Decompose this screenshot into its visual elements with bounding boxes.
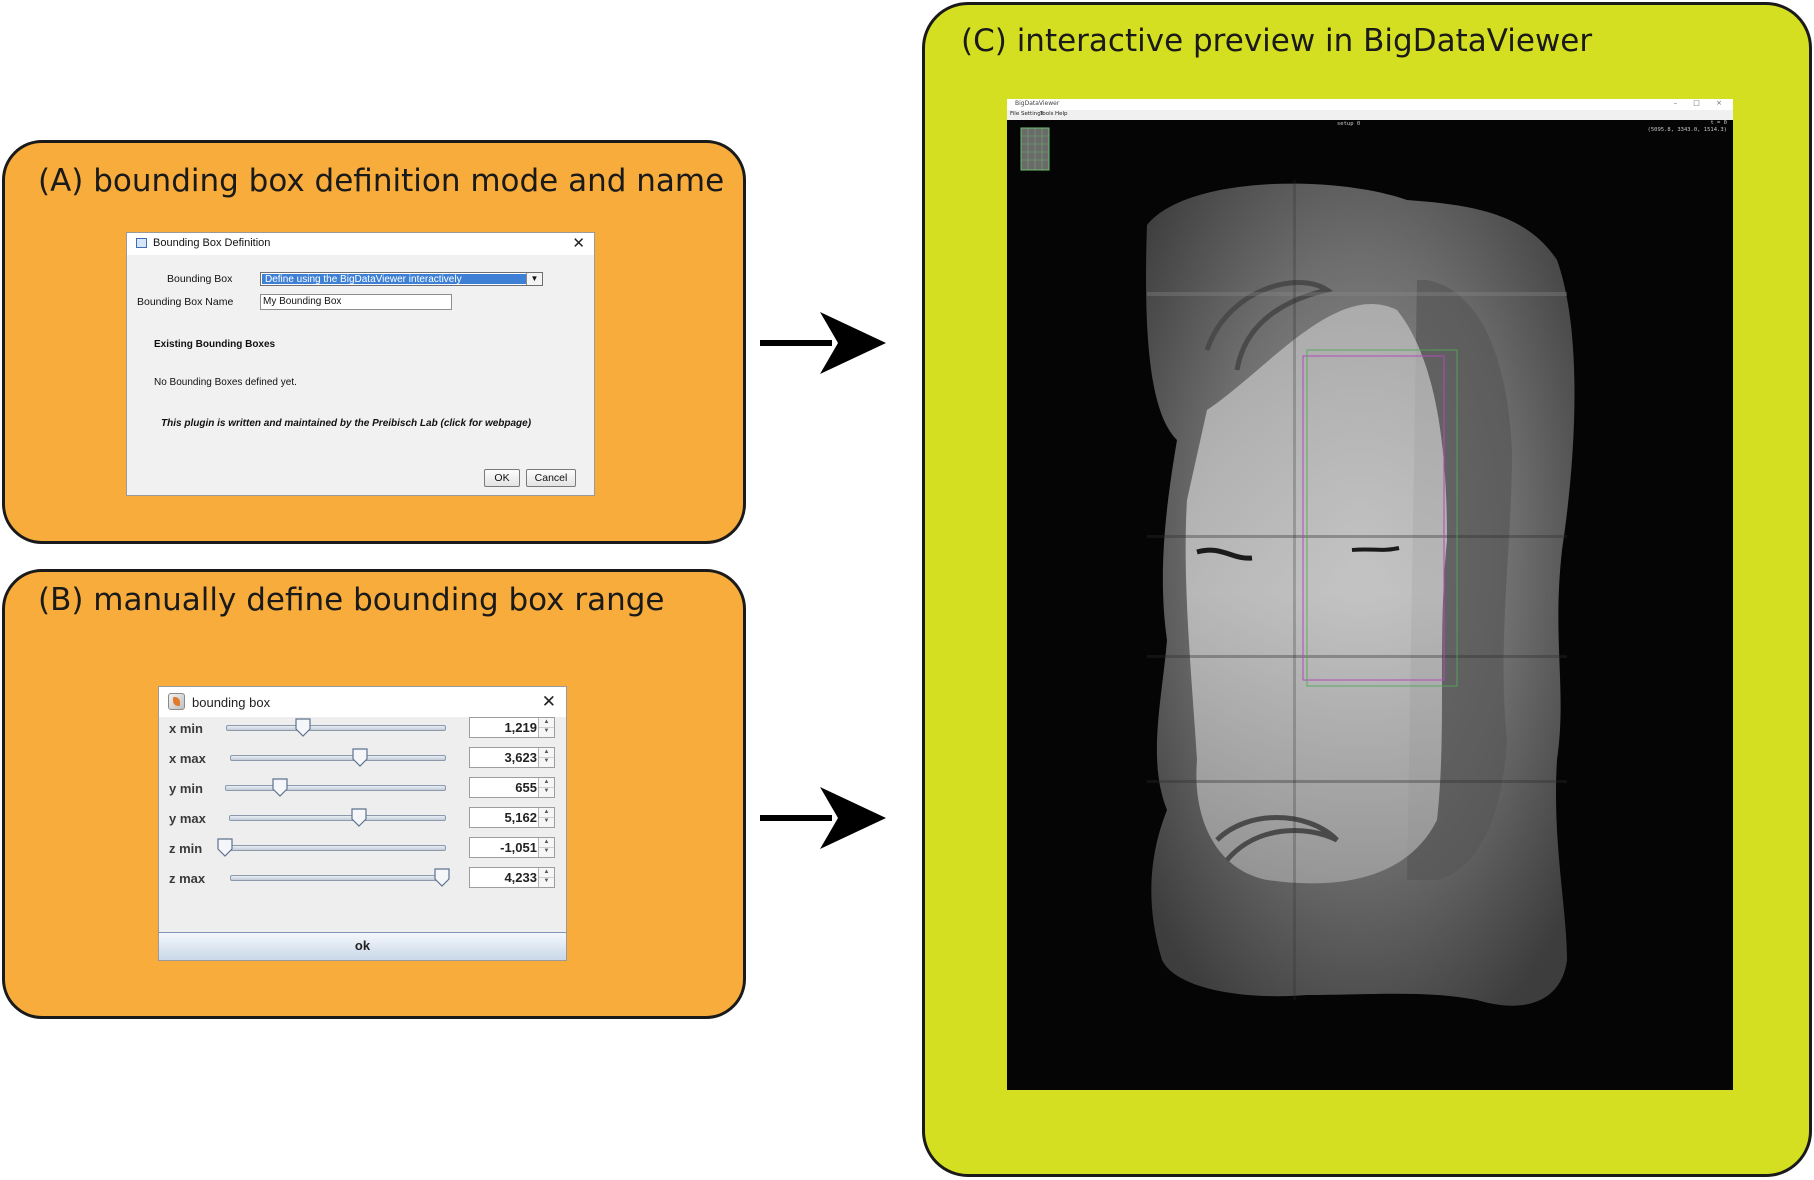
arrow-right-icon	[760, 312, 886, 374]
slider-label: y min	[169, 781, 203, 796]
slider-row-x-min: x min 1,219 ▲ ▼	[159, 714, 566, 744]
spinner-value: 655	[515, 780, 537, 795]
panel-c-title: (C) interactive preview in BigDataViewer	[961, 23, 1593, 59]
spinner-value: 3,623	[504, 750, 537, 765]
slider-thumb[interactable]	[434, 868, 450, 887]
number-spinner[interactable]: 655 ▲ ▼	[469, 777, 555, 798]
menu-tools[interactable]: Tools	[1040, 111, 1054, 117]
spinner-down-icon[interactable]: ▼	[539, 757, 554, 766]
slider-track[interactable]	[230, 875, 442, 881]
window-controls-icon[interactable]: – □ ×	[1674, 99, 1729, 107]
panel-a-title: (A) bounding box definition mode and nam…	[38, 163, 725, 199]
number-spinner[interactable]: 1,219 ▲ ▼	[469, 717, 555, 738]
menu-file[interactable]: File	[1010, 111, 1019, 117]
arrow-right-icon	[760, 787, 886, 849]
slider-thumb[interactable]	[295, 718, 311, 737]
spinner-down-icon[interactable]: ▼	[539, 847, 554, 856]
bounding-box-label: Bounding Box	[167, 273, 233, 285]
bdv-viewer-canvas[interactable]: setup 0 t = 0 (5095.8, 3343.0, 1514.3)	[1007, 120, 1733, 1090]
combo-selection: Define using the BigDataViewer interacti…	[262, 274, 526, 285]
spinner-arrows[interactable]: ▲ ▼	[538, 808, 554, 827]
bounding-box-mode-select[interactable]: Define using the BigDataViewer interacti…	[260, 272, 543, 286]
dialog-titlebar: Bounding Box Definition ✕	[127, 233, 594, 255]
spinner-arrows[interactable]: ▲ ▼	[538, 748, 554, 767]
panel-b-title: (B) manually define bounding box range	[38, 582, 665, 618]
close-icon[interactable]: ✕	[572, 236, 585, 251]
slider-track[interactable]	[229, 815, 446, 821]
slider-row-z-max: z max 4,233 ▲ ▼	[159, 864, 566, 894]
source-name: setup 0	[1337, 121, 1361, 127]
slider-label: y max	[169, 811, 206, 826]
bounding-box-mode-value: Define using the BigDataViewer interacti…	[265, 274, 462, 285]
slider-track[interactable]	[225, 785, 446, 791]
number-spinner[interactable]: 5,162 ▲ ▼	[469, 807, 555, 828]
java-app-icon	[168, 693, 185, 710]
spinner-value: 5,162	[504, 810, 537, 825]
slider-thumb[interactable]	[351, 748, 368, 767]
spinner-arrows[interactable]: ▲ ▼	[538, 778, 554, 797]
chevron-down-icon[interactable]: ▼	[526, 273, 542, 285]
ok-button[interactable]: OK	[484, 469, 520, 487]
spinner-arrows[interactable]: ▲ ▼	[538, 868, 554, 887]
dialog-title: bounding box	[192, 695, 271, 710]
spinner-down-icon[interactable]: ▼	[539, 817, 554, 826]
slider-thumb[interactable]	[272, 778, 288, 797]
plugin-webpage-link[interactable]: This plugin is written and maintained by…	[161, 418, 531, 429]
spinner-arrows[interactable]: ▲ ▼	[538, 718, 554, 737]
spinner-value: 1,219	[504, 720, 537, 735]
panel-a: (A) bounding box definition mode and nam…	[2, 140, 746, 544]
spinner-arrows[interactable]: ▲ ▼	[538, 838, 554, 857]
timepoint-label: t = 0	[1710, 120, 1727, 126]
cancel-button[interactable]: Cancel	[526, 469, 576, 487]
slider-label: z min	[169, 841, 203, 856]
number-spinner[interactable]: 4,233 ▲ ▼	[469, 867, 555, 888]
dialog-titlebar: bounding box ✕	[159, 687, 566, 717]
number-spinner[interactable]: 3,623 ▲ ▼	[469, 747, 555, 768]
slider-row-z-min: z min -1,051 ▲ ▼	[159, 834, 566, 864]
panel-b: (B) manually define bounding box range b…	[2, 569, 746, 1019]
bounding-box-name-value: My Bounding Box	[263, 296, 342, 307]
ok-button[interactable]: ok	[159, 932, 566, 960]
spinner-value: -1,051	[500, 840, 537, 855]
no-bounding-boxes-text: No Bounding Boxes defined yet.	[154, 377, 297, 388]
spinner-down-icon[interactable]: ▼	[539, 877, 554, 886]
slider-track[interactable]	[226, 725, 446, 731]
bounding-box-name-label: Bounding Box Name	[137, 296, 234, 308]
panel-c: (C) interactive preview in BigDataViewer…	[922, 2, 1812, 1177]
slider-thumb[interactable]	[217, 838, 233, 857]
number-spinner[interactable]: -1,051 ▲ ▼	[469, 837, 555, 858]
bdv-titlebar: BigDataViewer – □ ×	[1007, 99, 1733, 110]
bounding-box-range-dialog: bounding box ✕ x min 1,219 ▲ ▼ x max 3,62…	[158, 686, 567, 961]
bigdataviewer-window: BigDataViewer – □ × File Settings Tools …	[1007, 99, 1733, 1090]
dialog-title: Bounding Box Definition	[153, 237, 271, 249]
spinner-down-icon[interactable]: ▼	[539, 787, 554, 796]
slider-row-x-max: x max 3,623 ▲ ▼	[159, 744, 566, 774]
bdv-menubar: File Settings Tools Help	[1007, 110, 1733, 120]
window-app-icon	[136, 238, 147, 248]
slider-row-y-max: y max 5,162 ▲ ▼	[159, 804, 566, 834]
slider-label: x max	[169, 751, 206, 766]
slider-track[interactable]	[225, 845, 446, 851]
mouse-coordinates: (5095.8, 3343.0, 1514.3)	[1647, 127, 1727, 133]
slider-thumb[interactable]	[351, 808, 367, 827]
bounding-box-definition-dialog: Bounding Box Definition ✕ Bounding Box D…	[126, 232, 595, 496]
slider-row-y-min: y min 655 ▲ ▼	[159, 774, 566, 804]
close-icon[interactable]: ✕	[542, 693, 556, 710]
bounding-box-name-input[interactable]: My Bounding Box	[260, 294, 452, 310]
menu-help[interactable]: Help	[1055, 111, 1068, 117]
slider-track[interactable]	[230, 755, 446, 761]
bdv-window-title: BigDataViewer	[1015, 100, 1060, 107]
spinner-down-icon[interactable]: ▼	[539, 727, 554, 736]
existing-bounding-boxes-heading: Existing Bounding Boxes	[154, 339, 276, 350]
spinner-value: 4,233	[504, 870, 537, 885]
brain-slice-image	[1020, 127, 1575, 1006]
slider-label: z max	[169, 871, 206, 886]
slider-label: x min	[169, 721, 203, 736]
